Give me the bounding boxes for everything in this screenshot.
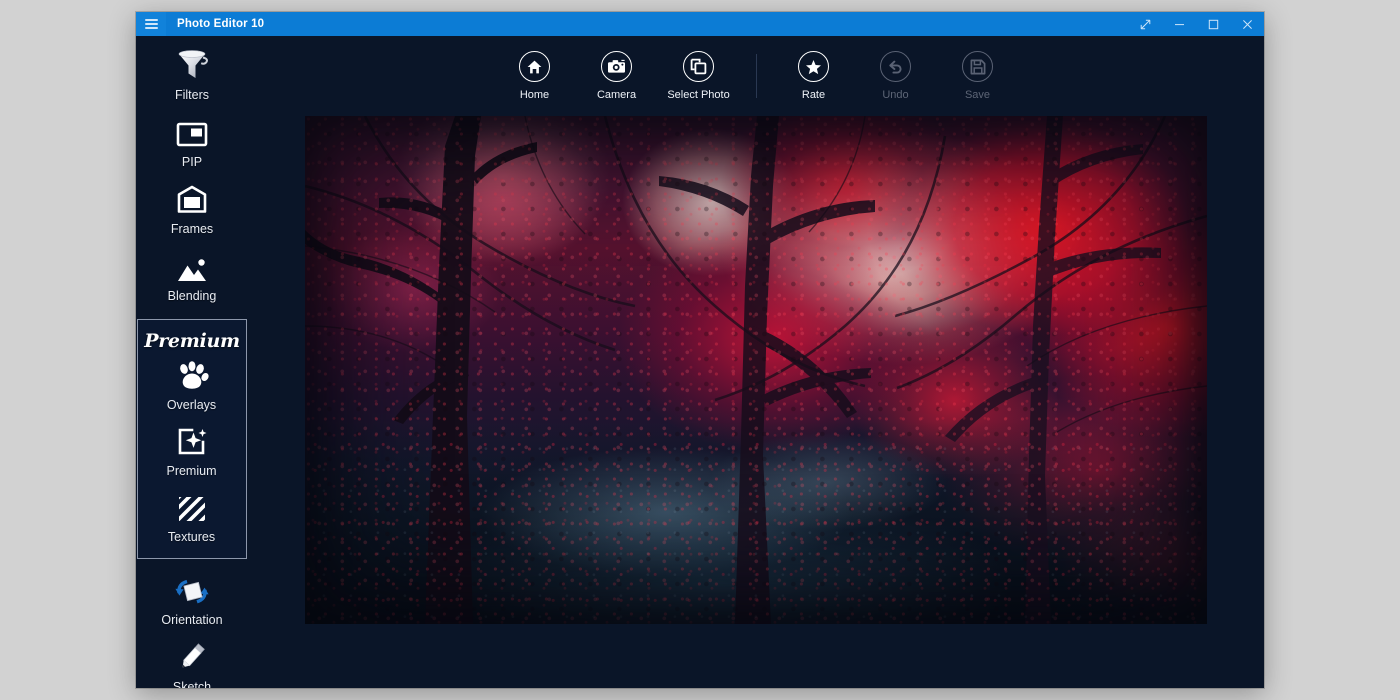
toolbar-left-group: Home Camera Select Photo xyxy=(494,51,740,101)
frame-icon xyxy=(175,182,209,216)
toolbar-right-group: Rate Undo Save xyxy=(773,51,1019,101)
minimize-icon xyxy=(1174,23,1184,25)
star-icon xyxy=(806,59,821,74)
funnel-icon xyxy=(173,48,211,82)
sidebar-item-pip[interactable]: PIP xyxy=(136,115,248,169)
window-controls xyxy=(1128,12,1264,36)
photo-vignette xyxy=(305,116,1207,624)
sidebar-item-filters[interactable]: Filters xyxy=(136,48,248,102)
select-photo-icon xyxy=(690,58,707,75)
paw-print-icon xyxy=(175,358,209,392)
sidebar-item-label: Blending xyxy=(167,289,217,303)
sidebar-item-label: PIP xyxy=(181,155,203,169)
sidebar-item-overlays[interactable]: Overlays xyxy=(138,358,245,412)
pencil-icon xyxy=(175,640,209,674)
close-button[interactable] xyxy=(1230,12,1264,36)
photo-canvas-area xyxy=(248,116,1264,688)
hamburger-bars xyxy=(144,17,158,31)
toolbar-button-camera[interactable]: Camera xyxy=(576,51,658,101)
toolbar-divider xyxy=(755,54,757,98)
toolbar-button-select-photo[interactable]: Select Photo xyxy=(658,51,740,101)
premium-section: Premium Overlays Premium Textures xyxy=(137,319,247,559)
toolbar-button-label: Home xyxy=(519,89,550,101)
screen: Photo Editor 10 Filters PIP Frames Blend… xyxy=(0,0,1400,700)
maximize-button[interactable] xyxy=(1196,12,1230,36)
sidebar-item-label: Textures xyxy=(167,530,216,544)
diagonal-arrows-icon xyxy=(1140,19,1150,29)
save-button-circle xyxy=(962,51,993,82)
undo-button-circle xyxy=(880,51,911,82)
edited-photo[interactable] xyxy=(305,116,1207,624)
hamburger-menu-icon[interactable] xyxy=(136,12,166,36)
toolbar-button-rate[interactable]: Rate xyxy=(773,51,855,101)
sparkle-frame-icon xyxy=(175,424,209,458)
sidebar-item-premium[interactable]: Premium xyxy=(138,424,245,478)
maximize-icon xyxy=(1208,19,1218,29)
sidebar-item-orientation[interactable]: Orientation xyxy=(136,573,248,627)
floppy-disk-icon xyxy=(970,59,985,74)
rate-button-circle xyxy=(798,51,829,82)
toolbar-button-label: Select Photo xyxy=(667,89,730,101)
camera-icon xyxy=(608,59,625,73)
close-icon xyxy=(1242,19,1252,29)
home-button-circle xyxy=(519,51,550,82)
diagonal-stripes-icon xyxy=(176,490,208,524)
rotate-square-icon xyxy=(173,573,211,607)
toolbar-button-label: Rate xyxy=(801,89,826,101)
app-title: Photo Editor 10 xyxy=(177,18,265,30)
top-toolbar: Home Camera Select Photo Rate Undo Save xyxy=(248,36,1264,116)
sidebar-item-label: Orientation xyxy=(161,613,223,627)
toolbar-button-save[interactable]: Save xyxy=(937,51,1019,101)
sidebar-item-label: Filters xyxy=(174,88,210,102)
sidebar-item-label: Overlays xyxy=(166,398,217,412)
mountain-image-icon xyxy=(175,249,209,283)
toolbar-button-home[interactable]: Home xyxy=(494,51,576,101)
sidebar-item-frames[interactable]: Frames xyxy=(136,182,248,236)
sidebar-item-sketch[interactable]: Sketch xyxy=(136,640,248,688)
sidebar-item-label: Frames xyxy=(170,222,214,236)
restore-expand-button[interactable] xyxy=(1128,12,1162,36)
minimize-button[interactable] xyxy=(1162,12,1196,36)
picture-in-picture-icon xyxy=(175,115,209,149)
sidebar-item-label: Sketch xyxy=(172,680,212,688)
sidebar-item-blending[interactable]: Blending xyxy=(136,249,248,303)
select-photo-button-circle xyxy=(683,51,714,82)
app-body: Filters PIP Frames Blending Premium Over… xyxy=(136,36,1264,688)
sidebar-item-textures[interactable]: Textures xyxy=(138,490,245,544)
toolbar-button-label: Undo xyxy=(882,89,909,101)
toolbar-button-label: Save xyxy=(964,89,991,101)
camera-button-circle xyxy=(601,51,632,82)
undo-arrow-icon xyxy=(889,60,902,74)
left-sidebar: Filters PIP Frames Blending Premium Over… xyxy=(136,36,248,688)
home-icon xyxy=(527,60,542,73)
sidebar-item-label: Premium xyxy=(166,464,217,478)
premium-section-title: Premium xyxy=(144,330,240,352)
toolbar-button-undo[interactable]: Undo xyxy=(855,51,937,101)
photo-editor-window: Photo Editor 10 Filters PIP Frames Blend… xyxy=(136,12,1264,688)
toolbar-button-label: Camera xyxy=(596,89,637,101)
title-bar: Photo Editor 10 xyxy=(136,12,1264,36)
